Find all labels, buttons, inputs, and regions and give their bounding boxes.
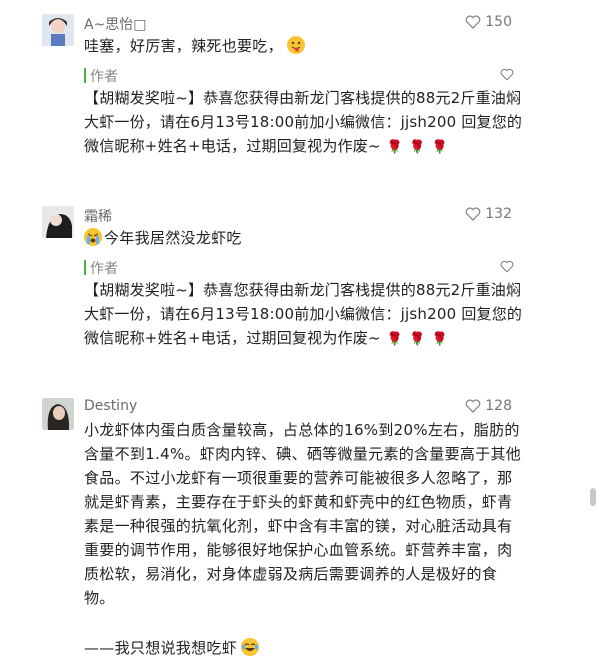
tongue-face-icon bbox=[286, 36, 305, 54]
reply-body: 【胡糊发奖啦~】恭喜您获得由新龙门客栈提供的88元2斤重油焖大虾一份，请在6月1… bbox=[84, 89, 523, 155]
reply-like-button[interactable] bbox=[500, 260, 514, 273]
comment-username[interactable]: A~思怡□ bbox=[84, 14, 147, 34]
rose-icon: 🌹 bbox=[386, 140, 404, 155]
like-count: 128 bbox=[485, 398, 512, 414]
reply-text: 【胡糊发奖啦~】恭喜您获得由新龙门客栈提供的88元2斤重油焖大虾一份，请在6月1… bbox=[84, 86, 524, 160]
reply-text: 【胡糊发奖啦~】恭喜您获得由新龙门客栈提供的88元2斤重油焖大虾一份，请在6月1… bbox=[84, 278, 524, 352]
reply-author: 作者 bbox=[90, 69, 118, 85]
rose-icon: 🌹 bbox=[431, 140, 448, 155]
like-count: 150 bbox=[485, 14, 512, 30]
avatar[interactable] bbox=[42, 398, 74, 430]
bottom-text-body: ——我只想说我想吃虾 bbox=[84, 639, 238, 657]
scrollbar-thumb[interactable] bbox=[590, 488, 596, 506]
rose-icon: 🌹 bbox=[409, 332, 426, 347]
avatar[interactable] bbox=[42, 14, 74, 46]
heart-icon bbox=[465, 207, 481, 221]
comment-body: 小龙虾体内蛋白质含量较高，占总体的16%到20%左右，脂肪的含量不到1.4%。虾… bbox=[84, 421, 522, 607]
like-button[interactable]: 128 bbox=[465, 398, 512, 414]
like-button[interactable]: 150 bbox=[465, 14, 512, 30]
comment-text: 小龙虾体内蛋白质含量较高，占总体的16%到20%左右，脂肪的含量不到1.4%。虾… bbox=[84, 418, 524, 610]
reply-like-button[interactable] bbox=[500, 68, 514, 81]
reply-body: 【胡糊发奖啦~】恭喜您获得由新龙门客栈提供的88元2斤重油焖大虾一份，请在6月1… bbox=[84, 281, 523, 347]
rose-icon: 🌹 bbox=[431, 332, 448, 347]
comment-username[interactable]: 霜稀 bbox=[84, 206, 112, 226]
comment-username[interactable]: Destiny bbox=[84, 398, 137, 414]
like-button[interactable]: 132 bbox=[465, 206, 512, 222]
rose-icon: 🌹 bbox=[409, 140, 426, 155]
like-count: 132 bbox=[485, 206, 512, 222]
reply-author: 作者 bbox=[90, 261, 118, 277]
heart-icon bbox=[500, 68, 514, 81]
heart-icon bbox=[500, 260, 514, 273]
rose-icon: 🌹 bbox=[386, 332, 404, 347]
laughing-tears-face-icon bbox=[241, 638, 260, 656]
reply-indicator bbox=[84, 260, 86, 275]
reply-indicator bbox=[84, 68, 86, 83]
bottom-text: ——我只想说我想吃虾 bbox=[84, 636, 524, 660]
heart-icon bbox=[465, 15, 481, 29]
heart-icon bbox=[465, 399, 481, 413]
comment-text: 哇塞，好厉害，辣死也要吃， bbox=[84, 34, 524, 58]
avatar[interactable] bbox=[42, 206, 74, 238]
crying-face-icon bbox=[84, 228, 102, 246]
comment-body: 今年我居然没龙虾吃 bbox=[104, 229, 242, 247]
comment-text: 今年我居然没龙虾吃 bbox=[84, 226, 524, 250]
comment-body: 哇塞，好厉害，辣死也要吃， bbox=[84, 37, 283, 55]
